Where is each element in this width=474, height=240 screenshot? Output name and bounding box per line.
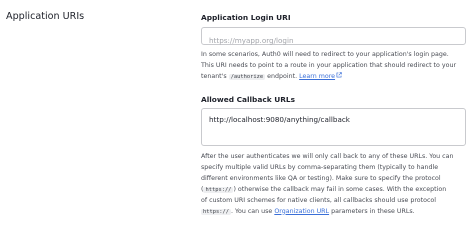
section-title: Application URIs bbox=[6, 11, 85, 22]
learn-more-link[interactable]: Learn more bbox=[299, 73, 335, 80]
help-line: This URI needs to point to a route in yo… bbox=[201, 61, 457, 69]
help-line: https://. You can use Organization URL p… bbox=[201, 207, 467, 218]
callback-urls-textarea[interactable]: http://localhost:9080/anything/callback bbox=[202, 109, 465, 145]
organization-url-link[interactable]: Organization URL bbox=[274, 208, 329, 215]
login-uri-help: In some scenarios, Auth0 will need to re… bbox=[201, 50, 467, 83]
login-uri-input[interactable] bbox=[202, 32, 465, 49]
help-text: endpoint. bbox=[267, 72, 298, 80]
authorize-code: /authorize bbox=[228, 73, 266, 80]
help-text: . You can use bbox=[230, 207, 273, 215]
help-line: After the user authenticates we will onl… bbox=[201, 153, 454, 160]
external-link-icon bbox=[336, 72, 342, 78]
help-text: tenant's bbox=[201, 72, 227, 80]
learn-more-label: Learn more bbox=[299, 72, 336, 80]
help-text: otherwise the callback may fail in some … bbox=[237, 185, 447, 193]
help-line: tenant's /authorize endpoint. Learn more bbox=[201, 72, 467, 83]
help-text: parameters in these URLs. bbox=[331, 207, 415, 215]
callback-urls-label: Allowed Callback URLs bbox=[201, 95, 295, 104]
login-uri-label: Application Login URI bbox=[201, 13, 291, 22]
help-line: (https://) otherwise the callback may fa… bbox=[201, 185, 447, 193]
login-uri-field[interactable] bbox=[201, 27, 466, 49]
help-line: specify multiple valid URLs by comma-sep… bbox=[201, 163, 439, 171]
help-line: In some scenarios, Auth0 will need to re… bbox=[201, 51, 449, 58]
help-line: different environments like QA or testin… bbox=[201, 174, 441, 182]
organization-url-label: Organization URL bbox=[274, 207, 330, 215]
https-code: https:// bbox=[201, 208, 231, 215]
https-code: https:// bbox=[203, 186, 234, 193]
callback-urls-help: After the user authenticates we will onl… bbox=[201, 152, 467, 217]
callback-urls-field[interactable]: http://localhost:9080/anything/callback bbox=[201, 108, 466, 146]
help-line: of custom URI schemes for native clients… bbox=[201, 196, 437, 204]
